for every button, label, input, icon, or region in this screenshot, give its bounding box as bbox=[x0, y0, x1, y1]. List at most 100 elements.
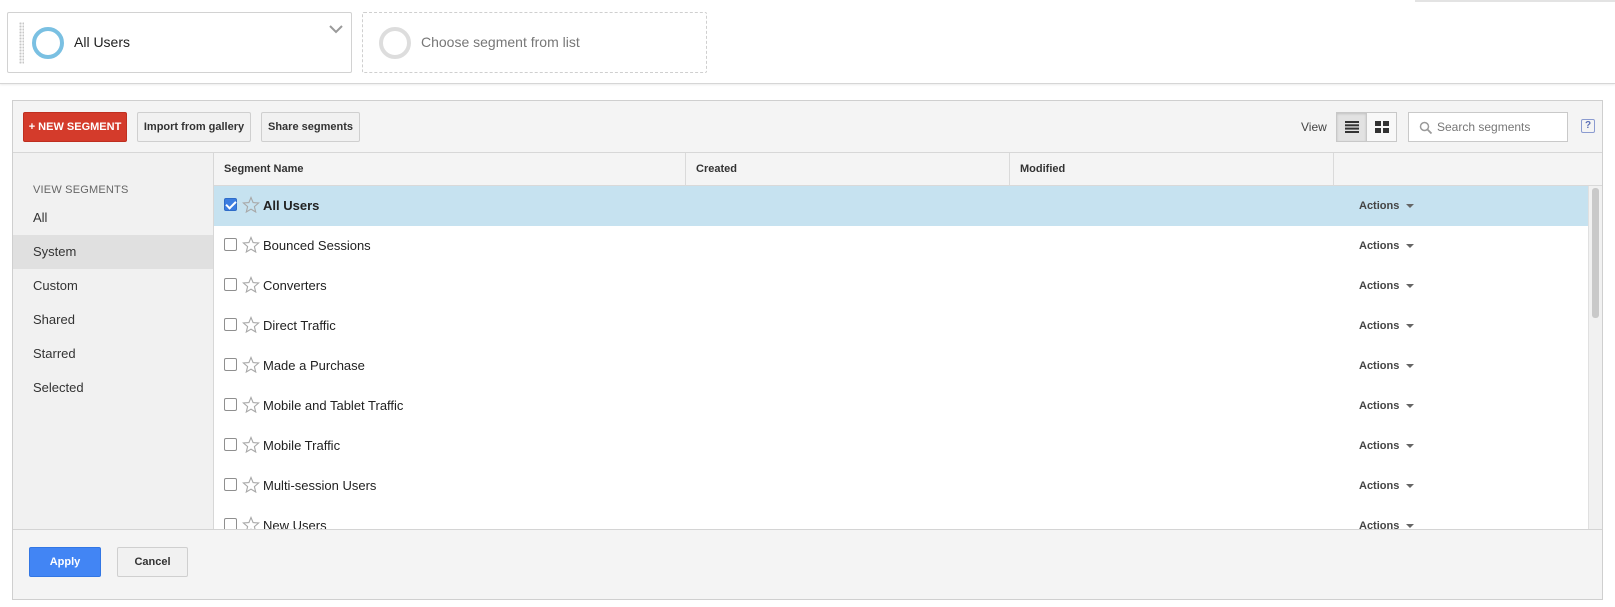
table-row[interactable]: Mobile Traffic Actions bbox=[214, 426, 1588, 467]
star-icon[interactable] bbox=[242, 276, 260, 294]
star-icon[interactable] bbox=[242, 436, 260, 454]
share-segments-button[interactable]: Share segments bbox=[261, 112, 360, 142]
empty-ring-icon bbox=[379, 27, 411, 59]
segment-bar: All Users Choose segment from list bbox=[0, 0, 1615, 84]
active-segment-label: All Users bbox=[74, 34, 131, 50]
sidebar-item-selected[interactable]: Selected bbox=[13, 371, 213, 405]
table-row[interactable]: Multi-session Users Actions bbox=[214, 466, 1588, 507]
caret-down-icon bbox=[1406, 484, 1415, 489]
row-checkbox[interactable] bbox=[224, 478, 237, 491]
actions-dropdown[interactable]: Actions bbox=[1359, 280, 1415, 292]
actions-label: Actions bbox=[1359, 480, 1400, 492]
footer: Apply Cancel bbox=[13, 529, 1602, 599]
row-checkbox[interactable] bbox=[224, 318, 237, 331]
sidebar-item-shared[interactable]: Shared bbox=[13, 303, 213, 337]
column-header-modified[interactable]: Modified bbox=[1010, 153, 1334, 186]
caret-down-icon bbox=[1406, 364, 1415, 369]
star-icon[interactable] bbox=[242, 356, 260, 374]
list-view-button[interactable] bbox=[1336, 112, 1367, 142]
star-icon[interactable] bbox=[242, 196, 260, 214]
actions-label: Actions bbox=[1359, 280, 1400, 292]
segment-name[interactable]: Bounced Sessions bbox=[263, 238, 371, 253]
caret-down-icon bbox=[1406, 524, 1415, 529]
row-checkbox[interactable] bbox=[224, 518, 237, 529]
segment-table: Segment Name Created Modified All Users A… bbox=[214, 153, 1602, 529]
table-row[interactable]: Mobile and Tablet Traffic Actions bbox=[214, 386, 1588, 427]
active-segment-card[interactable]: All Users bbox=[7, 12, 352, 73]
actions-dropdown[interactable]: Actions bbox=[1359, 240, 1415, 252]
sidebar-item-system[interactable]: System bbox=[13, 235, 213, 269]
new-segment-button[interactable]: + NEW SEGMENT bbox=[23, 112, 127, 142]
sidebar: VIEW SEGMENTS All System Custom Shared S… bbox=[13, 153, 214, 529]
caret-down-icon bbox=[1406, 444, 1415, 449]
row-checkbox[interactable] bbox=[224, 438, 237, 451]
table-row[interactable]: All Users Actions bbox=[214, 186, 1588, 227]
search-input[interactable] bbox=[1437, 113, 1563, 141]
cancel-button[interactable]: Cancel bbox=[117, 547, 188, 577]
segment-name[interactable]: Converters bbox=[263, 278, 327, 293]
actions-label: Actions bbox=[1359, 400, 1400, 412]
table-row[interactable]: Converters Actions bbox=[214, 266, 1588, 307]
sidebar-item-all[interactable]: All bbox=[13, 201, 213, 235]
star-icon[interactable] bbox=[242, 236, 260, 254]
row-checkbox[interactable] bbox=[224, 398, 237, 411]
actions-label: Actions bbox=[1359, 240, 1400, 252]
star-icon[interactable] bbox=[242, 476, 260, 494]
segment-name[interactable]: Direct Traffic bbox=[263, 318, 336, 333]
topbar-decoration bbox=[1415, 0, 1615, 2]
table-scrollbar[interactable] bbox=[1588, 186, 1602, 529]
row-checkbox[interactable] bbox=[224, 238, 237, 251]
segment-ring-icon bbox=[32, 27, 64, 59]
sidebar-item-custom[interactable]: Custom bbox=[13, 269, 213, 303]
table-row[interactable]: Made a Purchase Actions bbox=[214, 346, 1588, 387]
apply-button[interactable]: Apply bbox=[29, 547, 101, 577]
row-checkbox[interactable] bbox=[224, 358, 237, 371]
row-checkbox[interactable] bbox=[224, 198, 237, 211]
caret-down-icon bbox=[1406, 284, 1415, 289]
actions-dropdown[interactable]: Actions bbox=[1359, 200, 1415, 212]
caret-down-icon bbox=[1406, 324, 1415, 329]
import-from-gallery-button[interactable]: Import from gallery bbox=[137, 112, 251, 142]
help-icon[interactable]: ? bbox=[1581, 119, 1595, 133]
star-icon[interactable] bbox=[242, 316, 260, 334]
sidebar-item-starred[interactable]: Starred bbox=[13, 337, 213, 371]
grid-view-button[interactable] bbox=[1366, 112, 1397, 142]
segment-name[interactable]: Mobile Traffic bbox=[263, 438, 340, 453]
search-box bbox=[1408, 112, 1568, 142]
table-row[interactable]: Direct Traffic Actions bbox=[214, 306, 1588, 347]
star-icon[interactable] bbox=[242, 516, 260, 529]
actions-label: Actions bbox=[1359, 320, 1400, 332]
column-header-created[interactable]: Created bbox=[686, 153, 1010, 186]
segment-name[interactable]: All Users bbox=[263, 198, 319, 213]
actions-label: Actions bbox=[1359, 360, 1400, 372]
scrollbar-thumb[interactable] bbox=[1592, 188, 1599, 318]
caret-down-icon bbox=[1406, 244, 1415, 249]
column-header-segment-name[interactable]: Segment Name bbox=[214, 153, 686, 186]
actions-dropdown[interactable]: Actions bbox=[1359, 440, 1415, 452]
segment-name[interactable]: Multi-session Users bbox=[263, 478, 376, 493]
segment-name[interactable]: Made a Purchase bbox=[263, 358, 365, 373]
segment-name[interactable]: Mobile and Tablet Traffic bbox=[263, 398, 403, 413]
actions-dropdown[interactable]: Actions bbox=[1359, 320, 1415, 332]
segment-picker-panel: + NEW SEGMENT Import from gallery Share … bbox=[12, 100, 1603, 600]
actions-dropdown[interactable]: Actions bbox=[1359, 520, 1415, 529]
view-label: View bbox=[1301, 120, 1327, 134]
star-icon[interactable] bbox=[242, 396, 260, 414]
segment-name[interactable]: New Users bbox=[263, 518, 327, 529]
actions-dropdown[interactable]: Actions bbox=[1359, 360, 1415, 372]
row-checkbox[interactable] bbox=[224, 278, 237, 291]
chevron-down-icon[interactable] bbox=[327, 23, 345, 37]
actions-label: Actions bbox=[1359, 200, 1400, 212]
list-view-icon bbox=[1344, 121, 1359, 133]
caret-down-icon bbox=[1406, 404, 1415, 409]
search-icon bbox=[1419, 121, 1433, 135]
table-row[interactable]: New Users Actions bbox=[214, 506, 1588, 529]
grid-view-icon bbox=[1374, 121, 1389, 133]
drag-handle-icon[interactable] bbox=[19, 22, 24, 64]
table-row[interactable]: Bounced Sessions Actions bbox=[214, 226, 1588, 267]
sidebar-heading: VIEW SEGMENTS bbox=[33, 184, 129, 196]
actions-dropdown[interactable]: Actions bbox=[1359, 400, 1415, 412]
actions-dropdown[interactable]: Actions bbox=[1359, 480, 1415, 492]
toolbar: + NEW SEGMENT Import from gallery Share … bbox=[13, 101, 1602, 153]
empty-segment-slot[interactable]: Choose segment from list bbox=[362, 12, 707, 73]
